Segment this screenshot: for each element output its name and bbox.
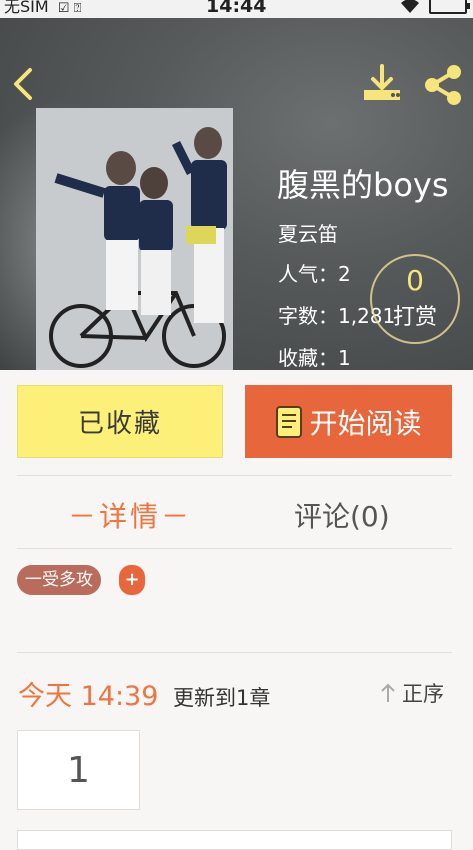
popularity-stat: 人气：2	[278, 262, 351, 286]
chapter-list-footer	[17, 830, 452, 850]
book-header: 腹黑的boys 夏云笛 人气：2 字数：1,281 收藏：1 0 打赏	[0, 18, 473, 370]
start-reading-button[interactable]: 开始阅读	[245, 385, 452, 458]
tab-comments[interactable]: 评论(0)	[294, 495, 390, 535]
favorited-button[interactable]: 已收藏	[17, 385, 223, 458]
carrier-label: 无SIM ☑ ⍰	[4, 0, 82, 16]
book-icon	[276, 405, 303, 438]
chapter-item[interactable]: 1	[17, 730, 140, 810]
tab-detail[interactable]: －详情－	[68, 495, 192, 535]
download-icon[interactable]	[362, 64, 402, 104]
add-tag-button[interactable]: +	[119, 565, 145, 595]
cover-illustration	[36, 108, 233, 370]
divider	[17, 475, 452, 476]
notification-icons: ☑ ⍰	[57, 1, 82, 16]
book-cover-image[interactable]	[36, 108, 233, 370]
reward-label: 打赏	[392, 305, 437, 330]
book-author[interactable]: 夏云笛	[278, 218, 338, 247]
book-title: 腹黑的boys	[277, 166, 449, 204]
arrow-up-icon	[381, 683, 395, 702]
back-icon[interactable]	[8, 62, 40, 106]
divider	[17, 652, 452, 653]
favorites-stat: 收藏：1	[278, 346, 351, 370]
share-icon[interactable]	[422, 64, 464, 106]
tag-chip[interactable]: 一受多攻	[17, 565, 101, 595]
update-info: 今天 14:39 更新到1章	[18, 674, 270, 713]
wifi-icon	[401, 0, 419, 13]
sort-order-button[interactable]: 正序	[380, 678, 444, 708]
reward-button[interactable]: 0 打赏	[370, 254, 460, 344]
update-time: 今天 14:39	[18, 681, 159, 712]
update-desc: 更新到1章	[173, 686, 271, 710]
battery-icon	[429, 0, 470, 14]
divider	[17, 548, 452, 549]
reward-count: 0	[406, 264, 424, 297]
status-bar: 无SIM ☑ ⍰ 14:44	[0, 0, 473, 18]
status-time: 14:44	[206, 0, 267, 17]
